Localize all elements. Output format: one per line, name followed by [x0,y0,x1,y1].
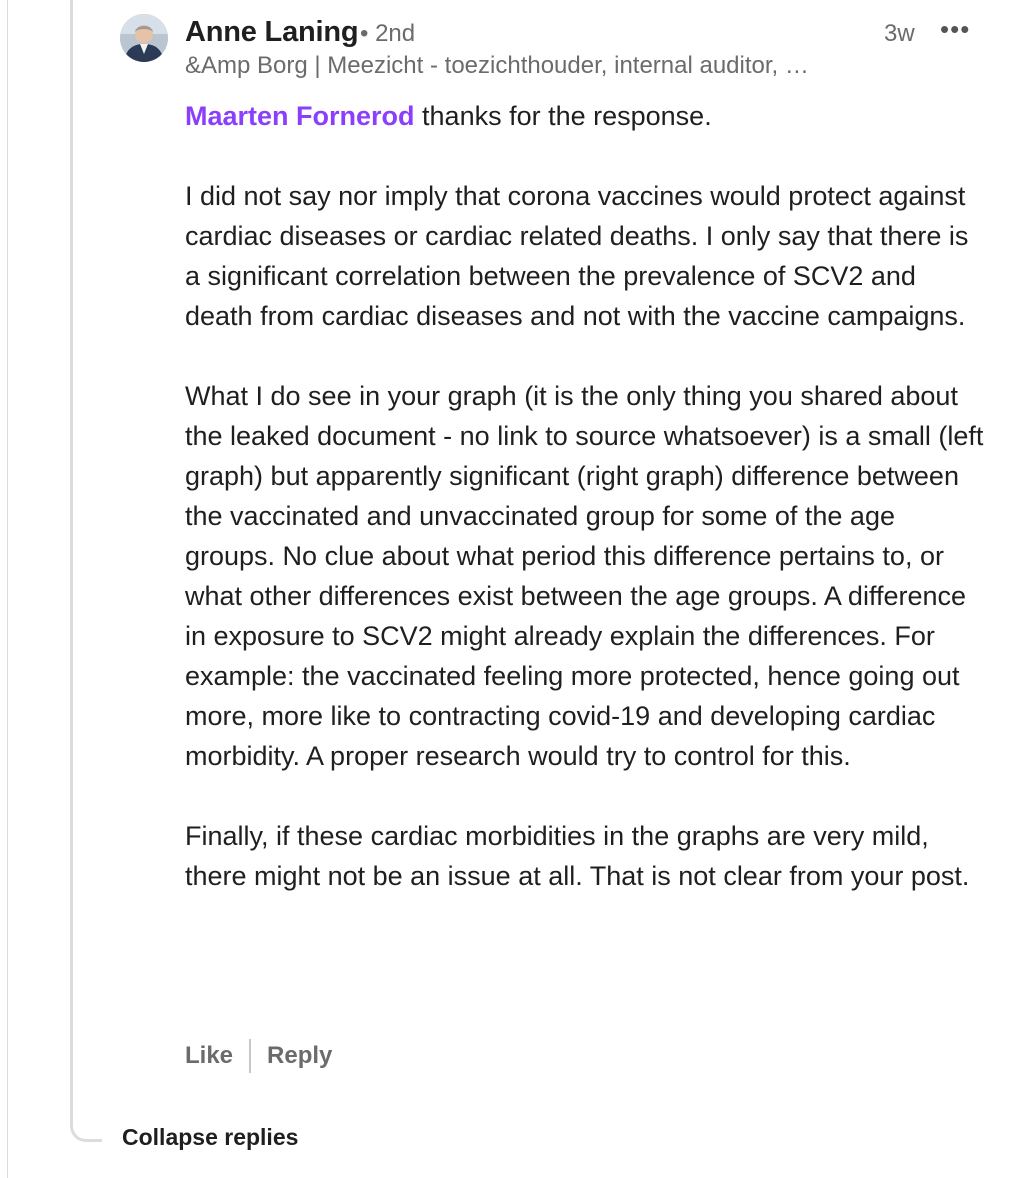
connection-degree: • 2nd [360,20,416,47]
first-line-text: thanks for the response. [414,101,712,131]
comment-actions: Like Reply [185,1038,332,1074]
thread-connector-line [70,0,102,1142]
panel-border [7,0,8,1178]
author-headline: &Amp Borg | Meezicht - toezichthouder, i… [185,52,809,79]
author-name[interactable]: Anne Laning [185,16,359,49]
action-divider [249,1039,252,1073]
avatar[interactable] [120,14,168,62]
like-button[interactable]: Like [185,1042,233,1070]
comment-paragraph: What I do see in your graph (it is the o… [185,381,984,771]
comment-first-line: Maarten Fornerod thanks for the response… [185,96,985,136]
comment-body: Maarten Fornerod thanks for the response… [185,96,985,896]
comment-paragraph: Finally, if these cardiac morbidities in… [185,821,970,891]
comment-thread: Anne Laning • 2nd 3w ••• &Amp Borg | Mee… [0,0,1030,1178]
comment-timestamp: 3w [884,20,915,47]
more-options-icon[interactable]: ••• [940,14,970,45]
comment-paragraph: I did not say nor imply that corona vacc… [185,181,969,331]
reply-button[interactable]: Reply [267,1042,332,1070]
collapse-replies-button[interactable]: Collapse replies [122,1124,298,1151]
avatar-photo-icon [120,14,168,62]
mention-link[interactable]: Maarten Fornerod [185,101,415,131]
